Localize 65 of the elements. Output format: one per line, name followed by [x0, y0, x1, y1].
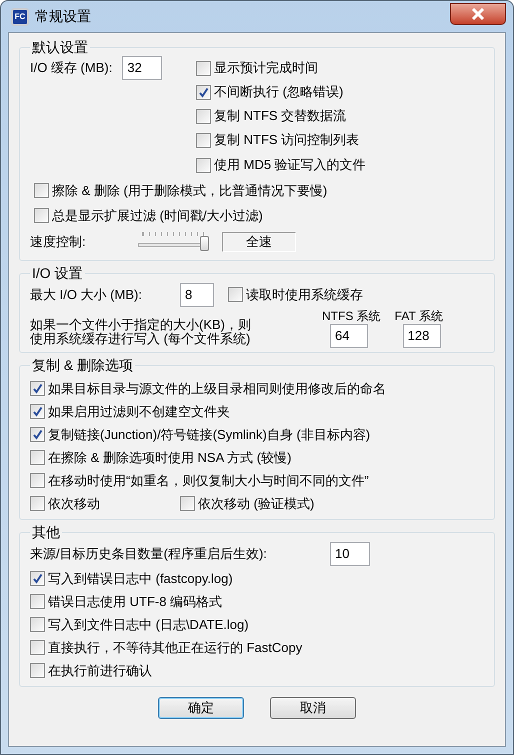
column-label: FAT 系统 — [394, 309, 443, 323]
checkbox[interactable] — [180, 496, 195, 511]
checkbox[interactable] — [30, 571, 45, 586]
group-title: I/O 设置 — [31, 265, 84, 281]
checkbox[interactable] — [30, 640, 45, 655]
checkbox-label: 复制 NTFS 交替数据流 — [214, 107, 346, 126]
checkbox-label: 总是显示扩展过滤 (时间戳/大小过滤) — [52, 206, 263, 225]
input-field[interactable]: 32 — [122, 56, 162, 80]
checkbox-label: 在移动时使用“如重名，则仅复制大小与时间不同的文件” — [48, 472, 369, 490]
window-title: 常规设置 — [35, 7, 91, 26]
checkbox[interactable] — [196, 60, 211, 76]
checkbox-label: 错误日志使用 UTF-8 编码格式 — [48, 592, 222, 611]
field-label: 来源/目标历史条目数量(程序重启后生效): — [30, 544, 268, 563]
speed-reading: 全速 — [222, 232, 296, 252]
app-icon: FC — [11, 8, 29, 26]
speed-slider[interactable] — [138, 231, 208, 253]
checkbox-label: 复制链接(Junction)/符号链接(Symlink)自身 (非目标内容) — [48, 426, 370, 444]
checkbox-label: 依次移动 (验证模式) — [198, 494, 314, 513]
checkbox-label: 显示预计完成时间 — [214, 59, 318, 78]
field-label: 速度控制: — [30, 233, 87, 252]
checkbox-label: 如果启用过滤则不创建空文件夹 — [48, 402, 230, 421]
close-button[interactable] — [450, 2, 506, 24]
checkbox[interactable] — [30, 381, 45, 396]
checkbox-label: 写入到文件日志中 (日志\DATE.log) — [48, 616, 249, 634]
checkbox[interactable] — [30, 450, 45, 465]
checkbox-label: 读取时使用系统缓存 — [246, 286, 363, 304]
checkbox[interactable] — [30, 594, 45, 609]
group-title: 默认设置 — [31, 39, 89, 55]
checkbox[interactable] — [196, 132, 211, 148]
checkbox-label: 复制 NTFS 访问控制列表 — [214, 131, 360, 150]
checkbox[interactable] — [30, 404, 45, 419]
checkbox[interactable] — [30, 617, 45, 632]
input-field[interactable]: 8 — [180, 282, 214, 306]
input-field[interactable]: 10 — [330, 542, 370, 566]
dialog-button[interactable]: 确定 — [158, 697, 244, 719]
checkbox-label: 直接执行，不等待其他正在运行的 FastCopy — [48, 638, 302, 657]
checkbox-label: 写入到错误日志中 (fastcopy.log) — [48, 570, 233, 588]
checkbox[interactable] — [30, 663, 45, 678]
checkbox[interactable] — [196, 108, 211, 124]
input-field[interactable]: 128 — [402, 324, 441, 348]
group-title: 其他 — [31, 524, 61, 540]
checkbox-label: 如果目标目录与源文件的上级目录相同则使用修改后的命名 — [48, 380, 386, 398]
checkbox-label: 使用 MD5 验证写入的文件 — [214, 156, 366, 174]
column-label: NTFS 系统 — [322, 309, 381, 323]
field-label: 最大 I/O 大小 (MB): — [30, 286, 143, 304]
description-text: 使用系统缓存进行写入 (每个文件系统) — [30, 332, 252, 346]
checkbox-label: 不间断执行 (忽略错误) — [214, 83, 344, 102]
checkbox[interactable] — [196, 158, 211, 172]
checkbox[interactable] — [30, 473, 45, 488]
checkbox-label: 依次移动 — [48, 494, 100, 513]
close-icon — [471, 8, 485, 20]
checkbox[interactable] — [228, 287, 243, 302]
checkbox[interactable] — [30, 496, 45, 511]
checkbox-label: 在执行前进行确认 — [48, 662, 152, 680]
checkbox-label: 擦除 & 删除 (用于删除模式，比普通情况下要慢) — [52, 182, 328, 200]
checkbox-label: 在擦除 & 删除选项时使用 NSA 方式 (较慢) — [48, 448, 292, 467]
input-field[interactable]: 64 — [330, 324, 368, 348]
dialog-button[interactable]: 取消 — [270, 697, 356, 719]
checkbox[interactable] — [34, 208, 49, 223]
checkbox[interactable] — [34, 183, 49, 198]
field-label: I/O 缓存 (MB): — [30, 59, 112, 78]
checkbox[interactable] — [196, 84, 211, 100]
checkbox[interactable] — [30, 427, 45, 442]
group-title: 复制 & 删除选项 — [31, 357, 134, 373]
description-text: 如果一个文件小于指定的大小(KB)，则 — [30, 318, 252, 332]
